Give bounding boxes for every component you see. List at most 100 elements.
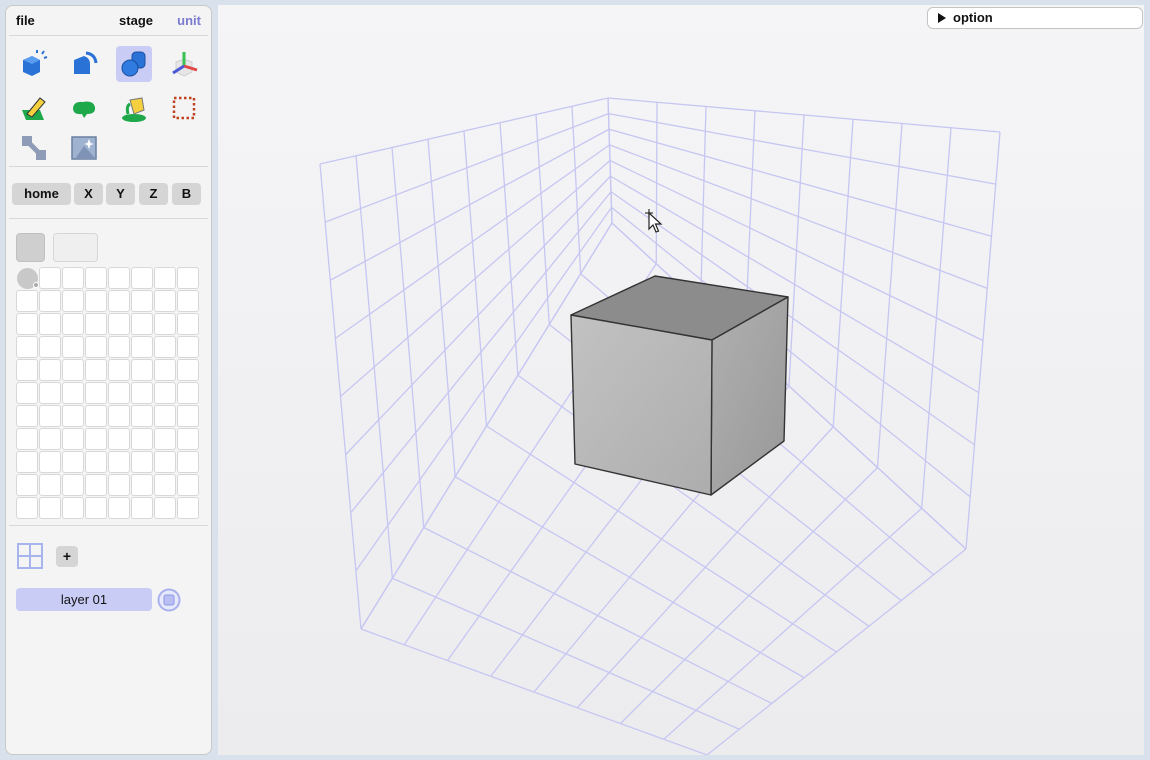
palette-cell[interactable] (39, 474, 61, 496)
palette-cell[interactable] (62, 382, 84, 404)
scene-canvas[interactable] (218, 5, 1144, 755)
palette-cell[interactable] (177, 451, 199, 473)
palette-cell[interactable] (16, 267, 39, 289)
frame-tool[interactable] (66, 130, 102, 166)
secondary-color-swatch[interactable] (53, 233, 98, 262)
b-view-button[interactable]: B (172, 183, 201, 205)
palette-cell[interactable] (131, 267, 153, 289)
y-view-button[interactable]: Y (106, 183, 135, 205)
select-tool[interactable] (166, 90, 202, 126)
palette-cell[interactable] (131, 497, 153, 519)
palette-cell[interactable] (85, 382, 107, 404)
palette-cell[interactable] (131, 359, 153, 381)
palette-cell[interactable] (177, 428, 199, 450)
palette-cell[interactable] (62, 497, 84, 519)
palette-cell[interactable] (154, 290, 176, 312)
palette-cell[interactable] (177, 313, 199, 335)
palette-cell[interactable] (62, 405, 84, 427)
palette-cell[interactable] (154, 405, 176, 427)
palette-cell[interactable] (108, 382, 130, 404)
palette-cell[interactable] (108, 428, 130, 450)
palette-cell[interactable] (177, 267, 199, 289)
palette-cell[interactable] (154, 451, 176, 473)
layer-item[interactable]: layer 01 (16, 588, 152, 611)
palette-cell[interactable] (131, 451, 153, 473)
palette-cell[interactable] (177, 290, 199, 312)
current-color-swatch[interactable] (16, 233, 45, 262)
palette-cell[interactable] (154, 428, 176, 450)
palette-cell[interactable] (131, 313, 153, 335)
palette-cell[interactable] (85, 428, 107, 450)
palette-cell[interactable] (62, 359, 84, 381)
palette-cell[interactable] (108, 474, 130, 496)
palette-cell[interactable] (39, 451, 61, 473)
palette-cell[interactable] (131, 428, 153, 450)
palette-cell[interactable] (177, 382, 199, 404)
palette-cell[interactable] (16, 313, 38, 335)
add-layer-button[interactable]: + (56, 546, 78, 567)
palette-cell[interactable] (154, 497, 176, 519)
palette-cell[interactable] (177, 405, 199, 427)
palette-cell[interactable] (39, 313, 61, 335)
palette-cell[interactable] (154, 474, 176, 496)
palette-cell[interactable] (62, 267, 84, 289)
palette-cell[interactable] (62, 290, 84, 312)
bend-tool[interactable] (66, 46, 102, 82)
layer-visibility-icon[interactable] (157, 588, 181, 612)
palette-cell[interactable] (85, 497, 107, 519)
palette-cell[interactable] (39, 359, 61, 381)
paint-tool[interactable] (16, 90, 52, 126)
palette-cell[interactable] (154, 359, 176, 381)
palette-cell[interactable] (108, 290, 130, 312)
palette-cell[interactable] (108, 267, 130, 289)
palette-cell[interactable] (16, 474, 38, 496)
palette-cell[interactable] (39, 428, 61, 450)
unit-menu[interactable]: unit (177, 13, 201, 28)
palette-cell[interactable] (39, 382, 61, 404)
palette-cell[interactable] (108, 313, 130, 335)
file-menu[interactable]: file (16, 13, 35, 28)
palette-cell[interactable] (62, 474, 84, 496)
layout-grid-icon[interactable] (17, 543, 43, 569)
palette-cell[interactable] (131, 405, 153, 427)
palette-cell[interactable] (154, 336, 176, 358)
palette-cell[interactable] (85, 451, 107, 473)
color-picker-dot[interactable] (17, 268, 39, 289)
palette-cell[interactable] (177, 497, 199, 519)
palette-cell[interactable] (62, 313, 84, 335)
palette-cell[interactable] (16, 382, 38, 404)
cube-front-face[interactable] (570, 314, 713, 496)
palette-cell[interactable] (16, 405, 38, 427)
palette-cell[interactable] (16, 497, 38, 519)
palette-cell[interactable] (177, 336, 199, 358)
palette-cell[interactable] (39, 336, 61, 358)
palette-cell[interactable] (154, 267, 176, 289)
palette-cell[interactable] (85, 405, 107, 427)
palette-cell[interactable] (16, 451, 38, 473)
palette-cell[interactable] (108, 336, 130, 358)
home-view-button[interactable]: home (12, 183, 71, 205)
palette-cell[interactable] (39, 497, 61, 519)
palette-cell[interactable] (39, 290, 61, 312)
palette-cell[interactable] (62, 336, 84, 358)
palette-cell[interactable] (39, 267, 61, 289)
palette-cell[interactable] (85, 267, 107, 289)
palette-cell[interactable] (131, 382, 153, 404)
palette-cell[interactable] (16, 428, 38, 450)
palette-cell[interactable] (85, 313, 107, 335)
transform-tool[interactable] (166, 46, 202, 82)
palette-cell[interactable] (108, 451, 130, 473)
palette-cell[interactable] (16, 359, 38, 381)
stage-menu[interactable]: stage (119, 13, 153, 28)
palette-cell[interactable] (62, 451, 84, 473)
palette-cell[interactable] (131, 290, 153, 312)
fill-tool[interactable] (66, 90, 102, 126)
palette-cell[interactable] (108, 359, 130, 381)
palette-cell[interactable] (62, 428, 84, 450)
palette-cell[interactable] (131, 336, 153, 358)
option-toggle-button[interactable]: option (927, 7, 1143, 29)
palette-cell[interactable] (85, 290, 107, 312)
palette-cell[interactable] (39, 405, 61, 427)
z-view-button[interactable]: Z (139, 183, 168, 205)
palette-cell[interactable] (85, 474, 107, 496)
